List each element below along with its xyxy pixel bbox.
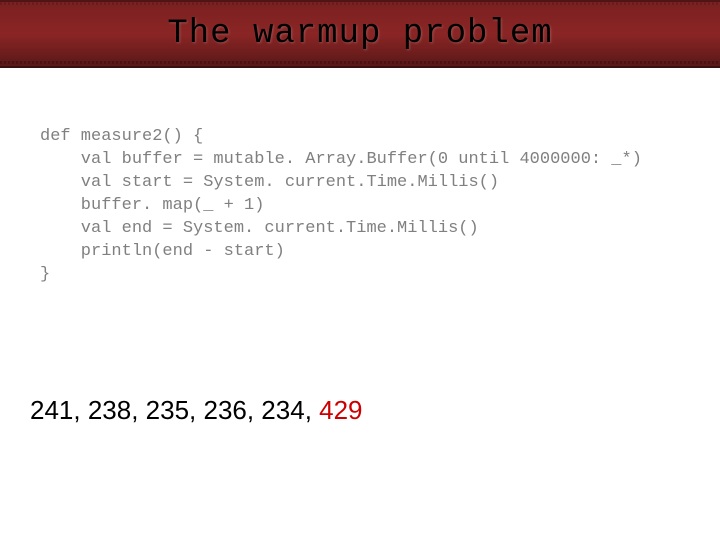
slide-content: def measure2() { val buffer = mutable. A…: [0, 68, 720, 446]
code-line-4: buffer. map(_ + 1): [40, 196, 264, 215]
code-line-3: val start = System. current.Time.Millis(…: [40, 173, 499, 192]
code-line-6: println(end - start): [40, 242, 285, 261]
results-highlight: 429: [319, 395, 362, 425]
code-block: def measure2() { val buffer = mutable. A…: [40, 126, 680, 287]
code-line-2: val buffer = mutable. Array.Buffer(0 unt…: [40, 150, 642, 169]
code-line-5: val end = System. current.Time.Millis(): [40, 219, 479, 238]
results-line: 241, 238, 235, 236, 234, 429: [30, 395, 680, 426]
slide-title: The warmup problem: [167, 15, 552, 53]
results-normal: 241, 238, 235, 236, 234,: [30, 395, 319, 425]
code-line-7: }: [40, 265, 50, 284]
slide-header: The warmup problem: [0, 0, 720, 68]
code-line-1: def measure2() {: [40, 127, 203, 146]
